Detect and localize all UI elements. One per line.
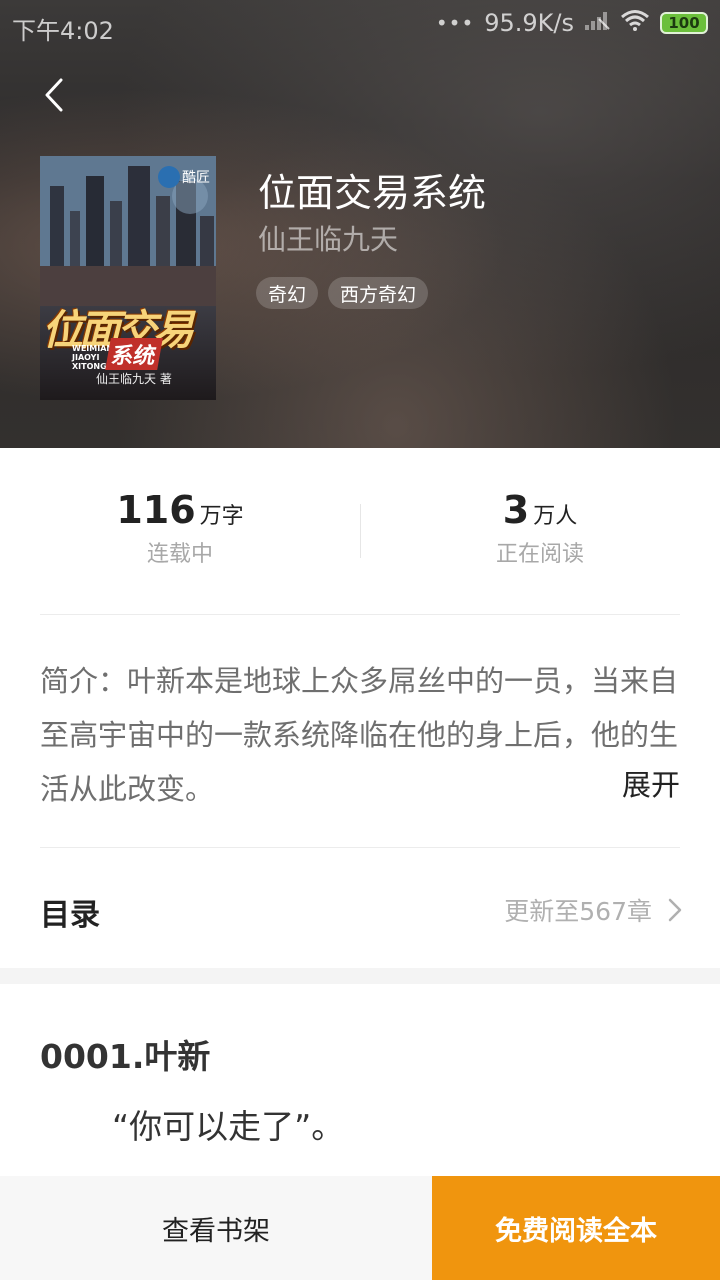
book-stats: 116 万字 连载中 3 万人 正在阅读	[0, 448, 720, 614]
cover-badge-icon	[158, 166, 180, 188]
word-count-value: 116	[116, 488, 196, 532]
status-bar: 下午4:02 ••• 95.9K/s 100	[0, 0, 720, 52]
status-indicators: ••• 95.9K/s 100	[436, 9, 708, 37]
network-speed: 95.9K/s	[484, 9, 574, 37]
word-count-unit: 万字	[199, 504, 244, 529]
back-button[interactable]	[32, 70, 76, 120]
toc-label: 目录	[40, 898, 100, 933]
readers-label: 正在阅读	[495, 542, 584, 567]
cover-author: 仙王临九天 著	[96, 372, 172, 386]
readers-unit: 万人	[533, 504, 578, 529]
expand-button[interactable]: 展开	[622, 762, 680, 808]
chapter-title: 0001.叶新	[40, 1037, 211, 1076]
view-bookshelf-button[interactable]: 查看书架	[0, 1176, 432, 1280]
toc-update-status: 更新至567章	[504, 897, 652, 926]
book-cover[interactable]: 酷匠 位面交易 WEIMIAN JIAOYI XITONG 系统 仙王临九天 著	[40, 156, 216, 400]
word-count-stat: 116 万字 连载中	[0, 488, 360, 568]
toc-row[interactable]: 目录 更新至567章	[0, 848, 720, 968]
readers-value: 3	[502, 488, 530, 532]
book-intro[interactable]: 简介：叶新本是地球上众多屌丝中的一员，当来自至高宇宙中的一款系统降临在他的身上后…	[40, 654, 680, 816]
book-tags: 奇幻 西方奇幻	[256, 277, 429, 309]
book-author[interactable]: 仙王临九天	[258, 218, 398, 258]
book-title: 位面交易系统	[258, 171, 487, 215]
chevron-right-icon	[668, 898, 682, 922]
cover-badge-label: 酷匠	[182, 170, 210, 186]
free-read-button[interactable]: 免费阅读全本	[432, 1176, 720, 1280]
bottom-action-bar: 查看书架 免费阅读全本	[0, 1176, 720, 1280]
chapter-preview-text: “你可以走了”。	[112, 1107, 345, 1146]
serial-status: 连载中	[146, 542, 213, 567]
book-header: 下午4:02 ••• 95.9K/s 100 酷匠 位面交易 WEIMIAN J…	[0, 0, 720, 448]
battery-icon: 100	[660, 12, 708, 34]
cover-badge: 酷匠	[158, 166, 210, 188]
book-detail-page: 下午4:02 ••• 95.9K/s 100 酷匠 位面交易 WEIMIAN J…	[0, 0, 720, 1280]
status-time: 下午4:02	[12, 17, 114, 45]
cover-subtitle: 系统	[105, 338, 163, 370]
readers-stat: 3 万人 正在阅读	[360, 488, 720, 568]
chevron-left-icon	[45, 78, 63, 112]
cover-pinyin: WEIMIAN JIAOYI XITONG	[72, 344, 114, 371]
tag-fantasy[interactable]: 奇幻	[256, 277, 319, 309]
section-gap	[0, 968, 720, 984]
tag-western-fantasy[interactable]: 西方奇幻	[328, 277, 429, 309]
wifi-icon	[620, 9, 650, 37]
divider	[40, 614, 680, 615]
signal-icon	[584, 9, 610, 37]
more-dots-icon: •••	[435, 11, 475, 35]
